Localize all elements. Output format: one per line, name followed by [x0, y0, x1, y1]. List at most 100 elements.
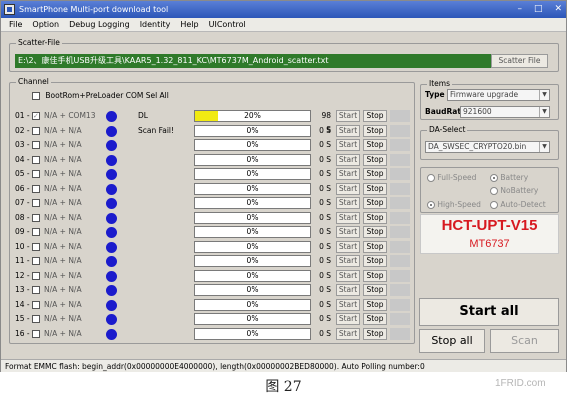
stop-button[interactable]: Stop: [363, 153, 387, 166]
high-speed-option[interactable]: High-Speed: [427, 200, 481, 209]
menu-help[interactable]: Help: [180, 18, 198, 31]
scan-button[interactable]: Scan: [490, 329, 559, 353]
start-button[interactable]: Start: [336, 226, 360, 238]
stop-button[interactable]: Stop: [363, 110, 387, 122]
channel-checkbox[interactable]: [32, 184, 40, 193]
channel-checkbox[interactable]: [32, 271, 40, 280]
channel-checkbox[interactable]: ✓: [32, 112, 40, 120]
app-window: SmartPhone Multi-port download tool – □ …: [0, 0, 567, 372]
stop-button[interactable]: Stop: [363, 269, 387, 282]
progress-bar: 0%: [194, 269, 311, 282]
channel-row: 12 - N/A + N/A 0% 0 S Start Stop: [15, 269, 410, 283]
stop-button[interactable]: Stop: [363, 139, 387, 151]
minimize-button[interactable]: –: [517, 4, 522, 15]
bootrom-select-all-checkbox[interactable]: [32, 92, 40, 100]
da-select[interactable]: DA_SWSEC_CRYPTO20.bin ▼: [425, 141, 550, 153]
channel-checkbox[interactable]: [32, 228, 40, 236]
baudrate-select[interactable]: 921600 ▼: [460, 106, 550, 118]
start-all-button[interactable]: Start all: [419, 298, 559, 326]
start-button[interactable]: Start: [336, 298, 360, 311]
start-button[interactable]: Start: [336, 153, 360, 166]
start-button[interactable]: Start: [336, 197, 360, 209]
progress-bar: 0%: [194, 298, 311, 311]
start-button[interactable]: Start: [336, 110, 360, 122]
channel-checkbox[interactable]: [32, 126, 40, 135]
stop-button[interactable]: Stop: [363, 255, 387, 267]
progress-text: 0%: [246, 198, 259, 207]
channel-number: 12 -: [15, 270, 30, 280]
menu-option[interactable]: Option: [32, 18, 59, 31]
start-button[interactable]: Start: [336, 255, 360, 267]
close-button[interactable]: ✕: [554, 4, 562, 15]
start-button[interactable]: Start: [336, 284, 360, 296]
stop-button[interactable]: Stop: [363, 124, 387, 137]
channel-checkbox[interactable]: [32, 213, 40, 222]
start-button[interactable]: Start: [336, 240, 360, 253]
scatter-file-button[interactable]: Scatter File: [491, 54, 548, 68]
high-speed-label: High-Speed: [437, 200, 481, 209]
no-battery-radio[interactable]: [490, 187, 498, 195]
menu-uicontrol[interactable]: UIControl: [209, 18, 246, 31]
start-button[interactable]: Start: [336, 211, 360, 224]
channel-checkbox[interactable]: [32, 329, 40, 338]
start-button[interactable]: Start: [336, 168, 360, 180]
channel-time: 0 S: [319, 227, 331, 236]
status-indicator-icon: [106, 140, 117, 151]
battery-radio[interactable]: [490, 174, 498, 182]
start-button[interactable]: Start: [336, 182, 360, 195]
channel-checkbox[interactable]: [32, 242, 40, 251]
bootrom-select-all[interactable]: BootRom+PreLoader COM Sel All: [32, 90, 169, 102]
stop-button[interactable]: Stop: [363, 211, 387, 224]
menu-identity[interactable]: Identity: [140, 18, 171, 31]
stop-button[interactable]: Stop: [363, 327, 387, 340]
stop-button[interactable]: Stop: [363, 313, 387, 325]
full-speed-radio[interactable]: [427, 174, 435, 182]
channel-time: 0 S: [319, 256, 331, 265]
status-indicator-icon: [106, 285, 117, 296]
stop-button[interactable]: Stop: [363, 182, 387, 195]
stop-button[interactable]: Stop: [363, 226, 387, 238]
stop-button[interactable]: Stop: [363, 197, 387, 209]
channel-checkbox[interactable]: [32, 155, 40, 164]
channel-checkbox[interactable]: [32, 199, 40, 207]
type-label: Type: [425, 90, 445, 99]
stop-all-button[interactable]: Stop all: [419, 329, 485, 353]
channel-number: 04 -: [15, 154, 30, 164]
start-button[interactable]: Start: [336, 139, 360, 151]
channel-checkbox[interactable]: [32, 257, 40, 265]
start-button[interactable]: Start: [336, 313, 360, 325]
channel-time: 0 S: [319, 241, 331, 251]
status-indicator-icon: [106, 256, 117, 267]
menu-debug-logging[interactable]: Debug Logging: [69, 18, 130, 31]
start-button[interactable]: Start: [336, 269, 360, 282]
maximize-button[interactable]: □: [534, 4, 543, 15]
auto-detect-option[interactable]: Auto-Detect: [490, 200, 546, 209]
channel-time: 0 S: [319, 198, 331, 207]
no-battery-option[interactable]: NoBattery: [490, 186, 538, 195]
progress-text: 0%: [246, 285, 259, 294]
high-speed-radio[interactable]: [427, 201, 435, 209]
start-button[interactable]: Start: [336, 124, 360, 137]
channel-checkbox[interactable]: [32, 141, 40, 149]
channel-checkbox[interactable]: [32, 300, 40, 309]
channel-checkbox[interactable]: [32, 286, 40, 294]
type-select[interactable]: Firmware upgrade ▼: [447, 89, 550, 101]
progress-text: 0%: [246, 227, 259, 236]
auto-detect-radio[interactable]: [490, 201, 498, 209]
stop-button[interactable]: Stop: [363, 168, 387, 180]
scatter-path-field[interactable]: E:\2、康佳手机USB升级工具\KAAR5_1.32_811_KC\MT673…: [15, 54, 512, 68]
stop-button[interactable]: Stop: [363, 298, 387, 311]
channel-checkbox[interactable]: [32, 315, 40, 323]
progress-text: 0%: [246, 140, 259, 149]
stop-button[interactable]: Stop: [363, 284, 387, 296]
full-speed-option[interactable]: Full-Speed: [427, 173, 476, 182]
menu-file[interactable]: File: [9, 18, 22, 31]
no-battery-label: NoBattery: [500, 186, 539, 195]
stop-button[interactable]: Stop: [363, 240, 387, 253]
channel-extra-cell: [390, 269, 410, 282]
battery-option[interactable]: Battery: [490, 173, 528, 182]
channel-checkbox[interactable]: [32, 170, 40, 178]
status-indicator-icon: [106, 241, 117, 253]
channel-extra-cell: [390, 298, 410, 311]
start-button[interactable]: Start: [336, 327, 360, 340]
